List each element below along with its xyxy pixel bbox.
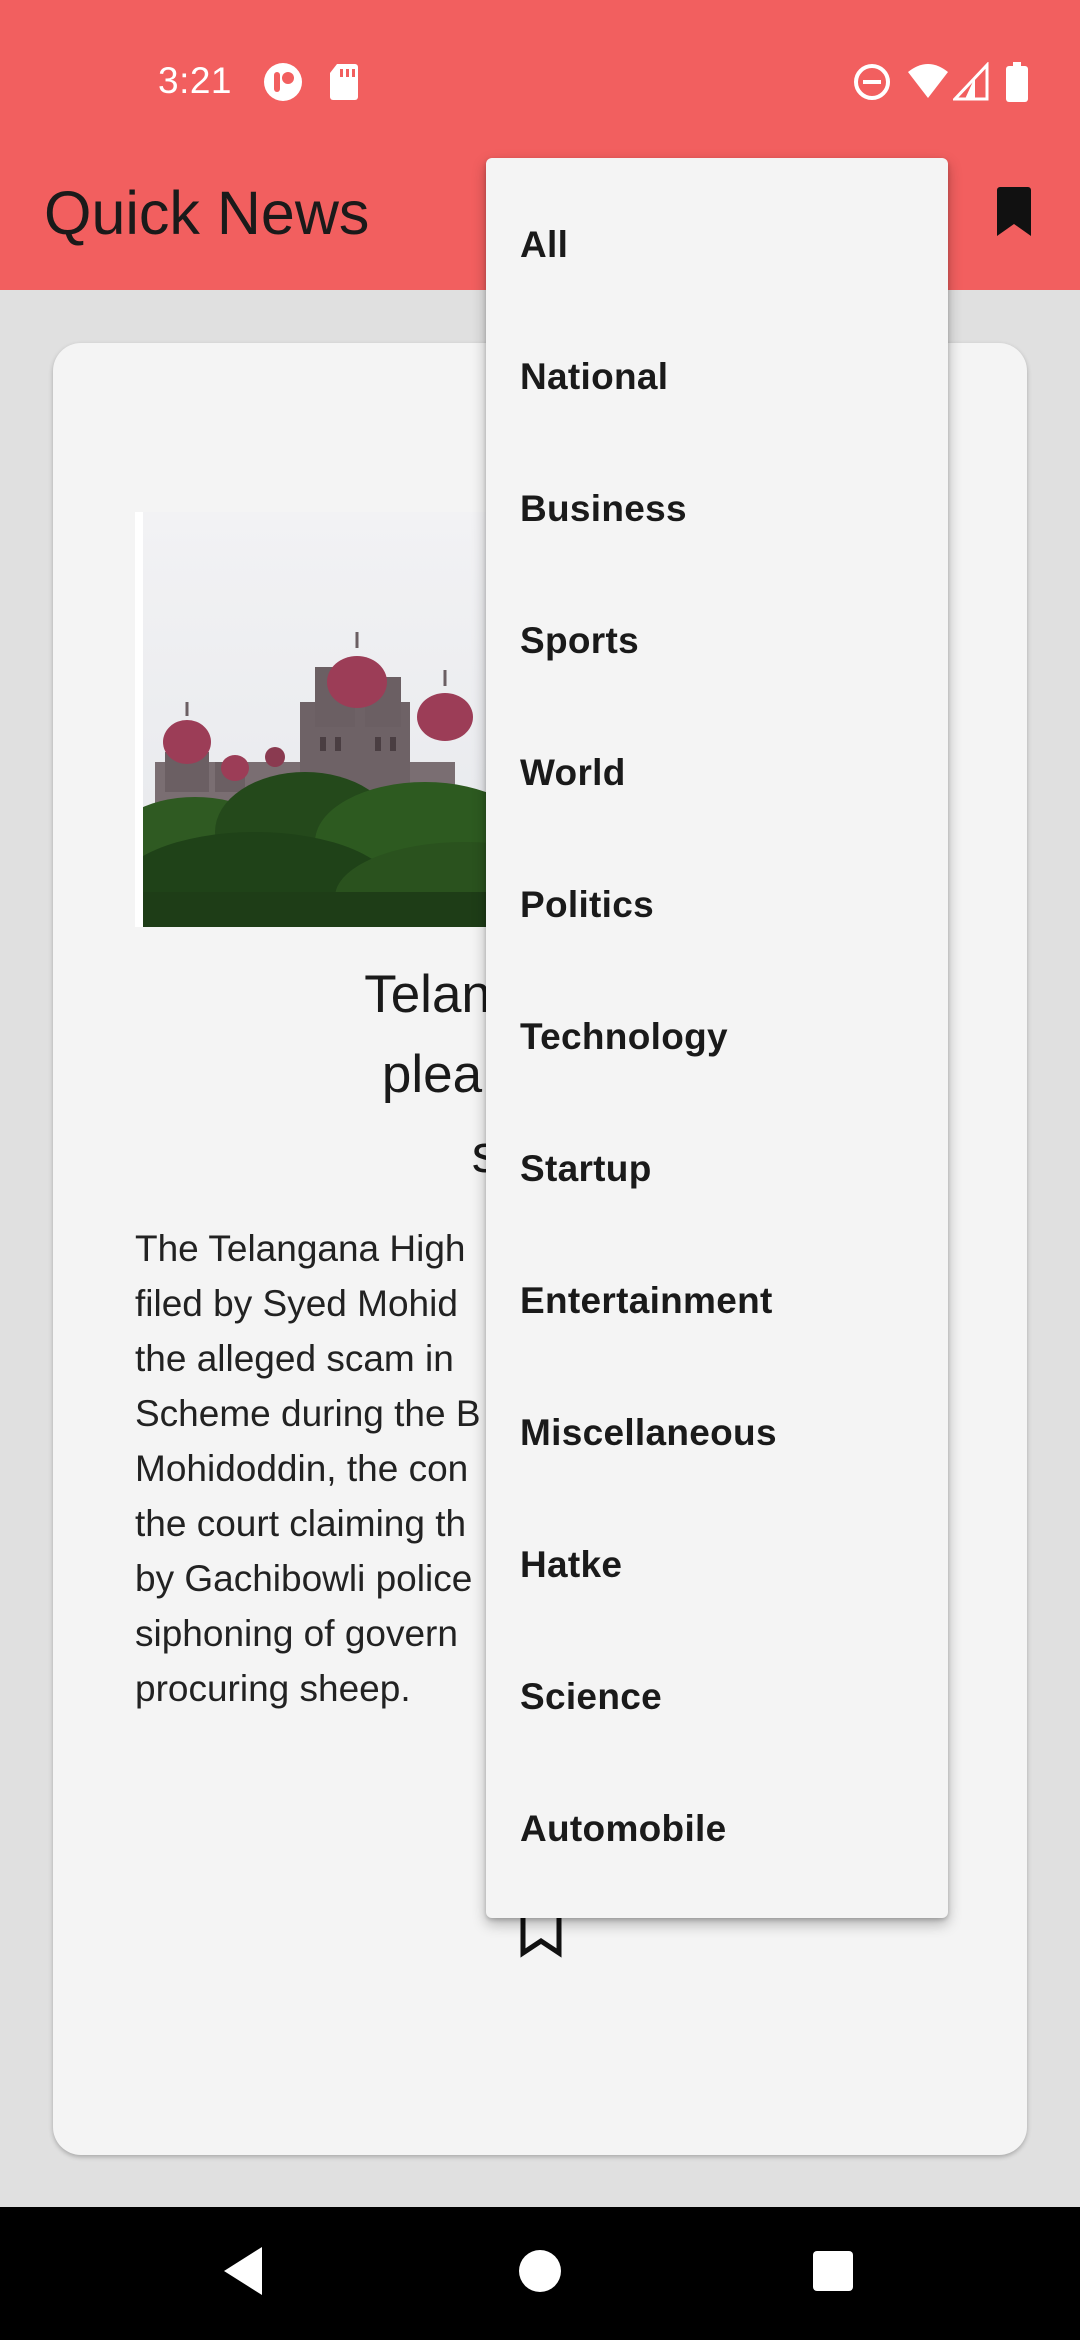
menu-item-entertainment[interactable]: Entertainment bbox=[486, 1236, 948, 1368]
bookmark-filled-icon[interactable] bbox=[993, 186, 1035, 243]
wifi-icon bbox=[906, 62, 950, 107]
battery-icon bbox=[1006, 62, 1028, 107]
app-title: Quick News bbox=[44, 179, 370, 247]
navigation-bar bbox=[0, 2207, 1080, 2340]
status-bar: 3:21 bbox=[0, 0, 1080, 160]
category-menu: All National Business Sports World Polit… bbox=[486, 158, 948, 1918]
menu-item-miscellaneous[interactable]: Miscellaneous bbox=[486, 1368, 948, 1500]
menu-item-science[interactable]: Science bbox=[486, 1632, 948, 1764]
menu-item-national[interactable]: National bbox=[486, 312, 948, 444]
menu-item-automobile[interactable]: Automobile bbox=[486, 1764, 948, 1896]
status-time: 3:21 bbox=[158, 60, 233, 101]
do-not-disturb-icon bbox=[852, 62, 892, 107]
menu-item-world[interactable]: World bbox=[486, 708, 948, 840]
menu-item-sports[interactable]: Sports bbox=[486, 576, 948, 708]
signal-icon bbox=[951, 61, 989, 107]
app-notification-icon bbox=[263, 62, 303, 107]
menu-item-technology[interactable]: Technology bbox=[486, 972, 948, 1104]
menu-item-all[interactable]: All bbox=[486, 180, 948, 312]
menu-item-politics[interactable]: Politics bbox=[486, 840, 948, 972]
menu-item-hatke[interactable]: Hatke bbox=[486, 1500, 948, 1632]
home-icon[interactable] bbox=[517, 2241, 563, 2306]
back-icon[interactable] bbox=[218, 2241, 268, 2306]
recents-icon[interactable] bbox=[811, 2241, 855, 2306]
sd-card-icon bbox=[328, 62, 360, 107]
menu-item-business[interactable]: Business bbox=[486, 444, 948, 576]
menu-item-startup[interactable]: Startup bbox=[486, 1104, 948, 1236]
